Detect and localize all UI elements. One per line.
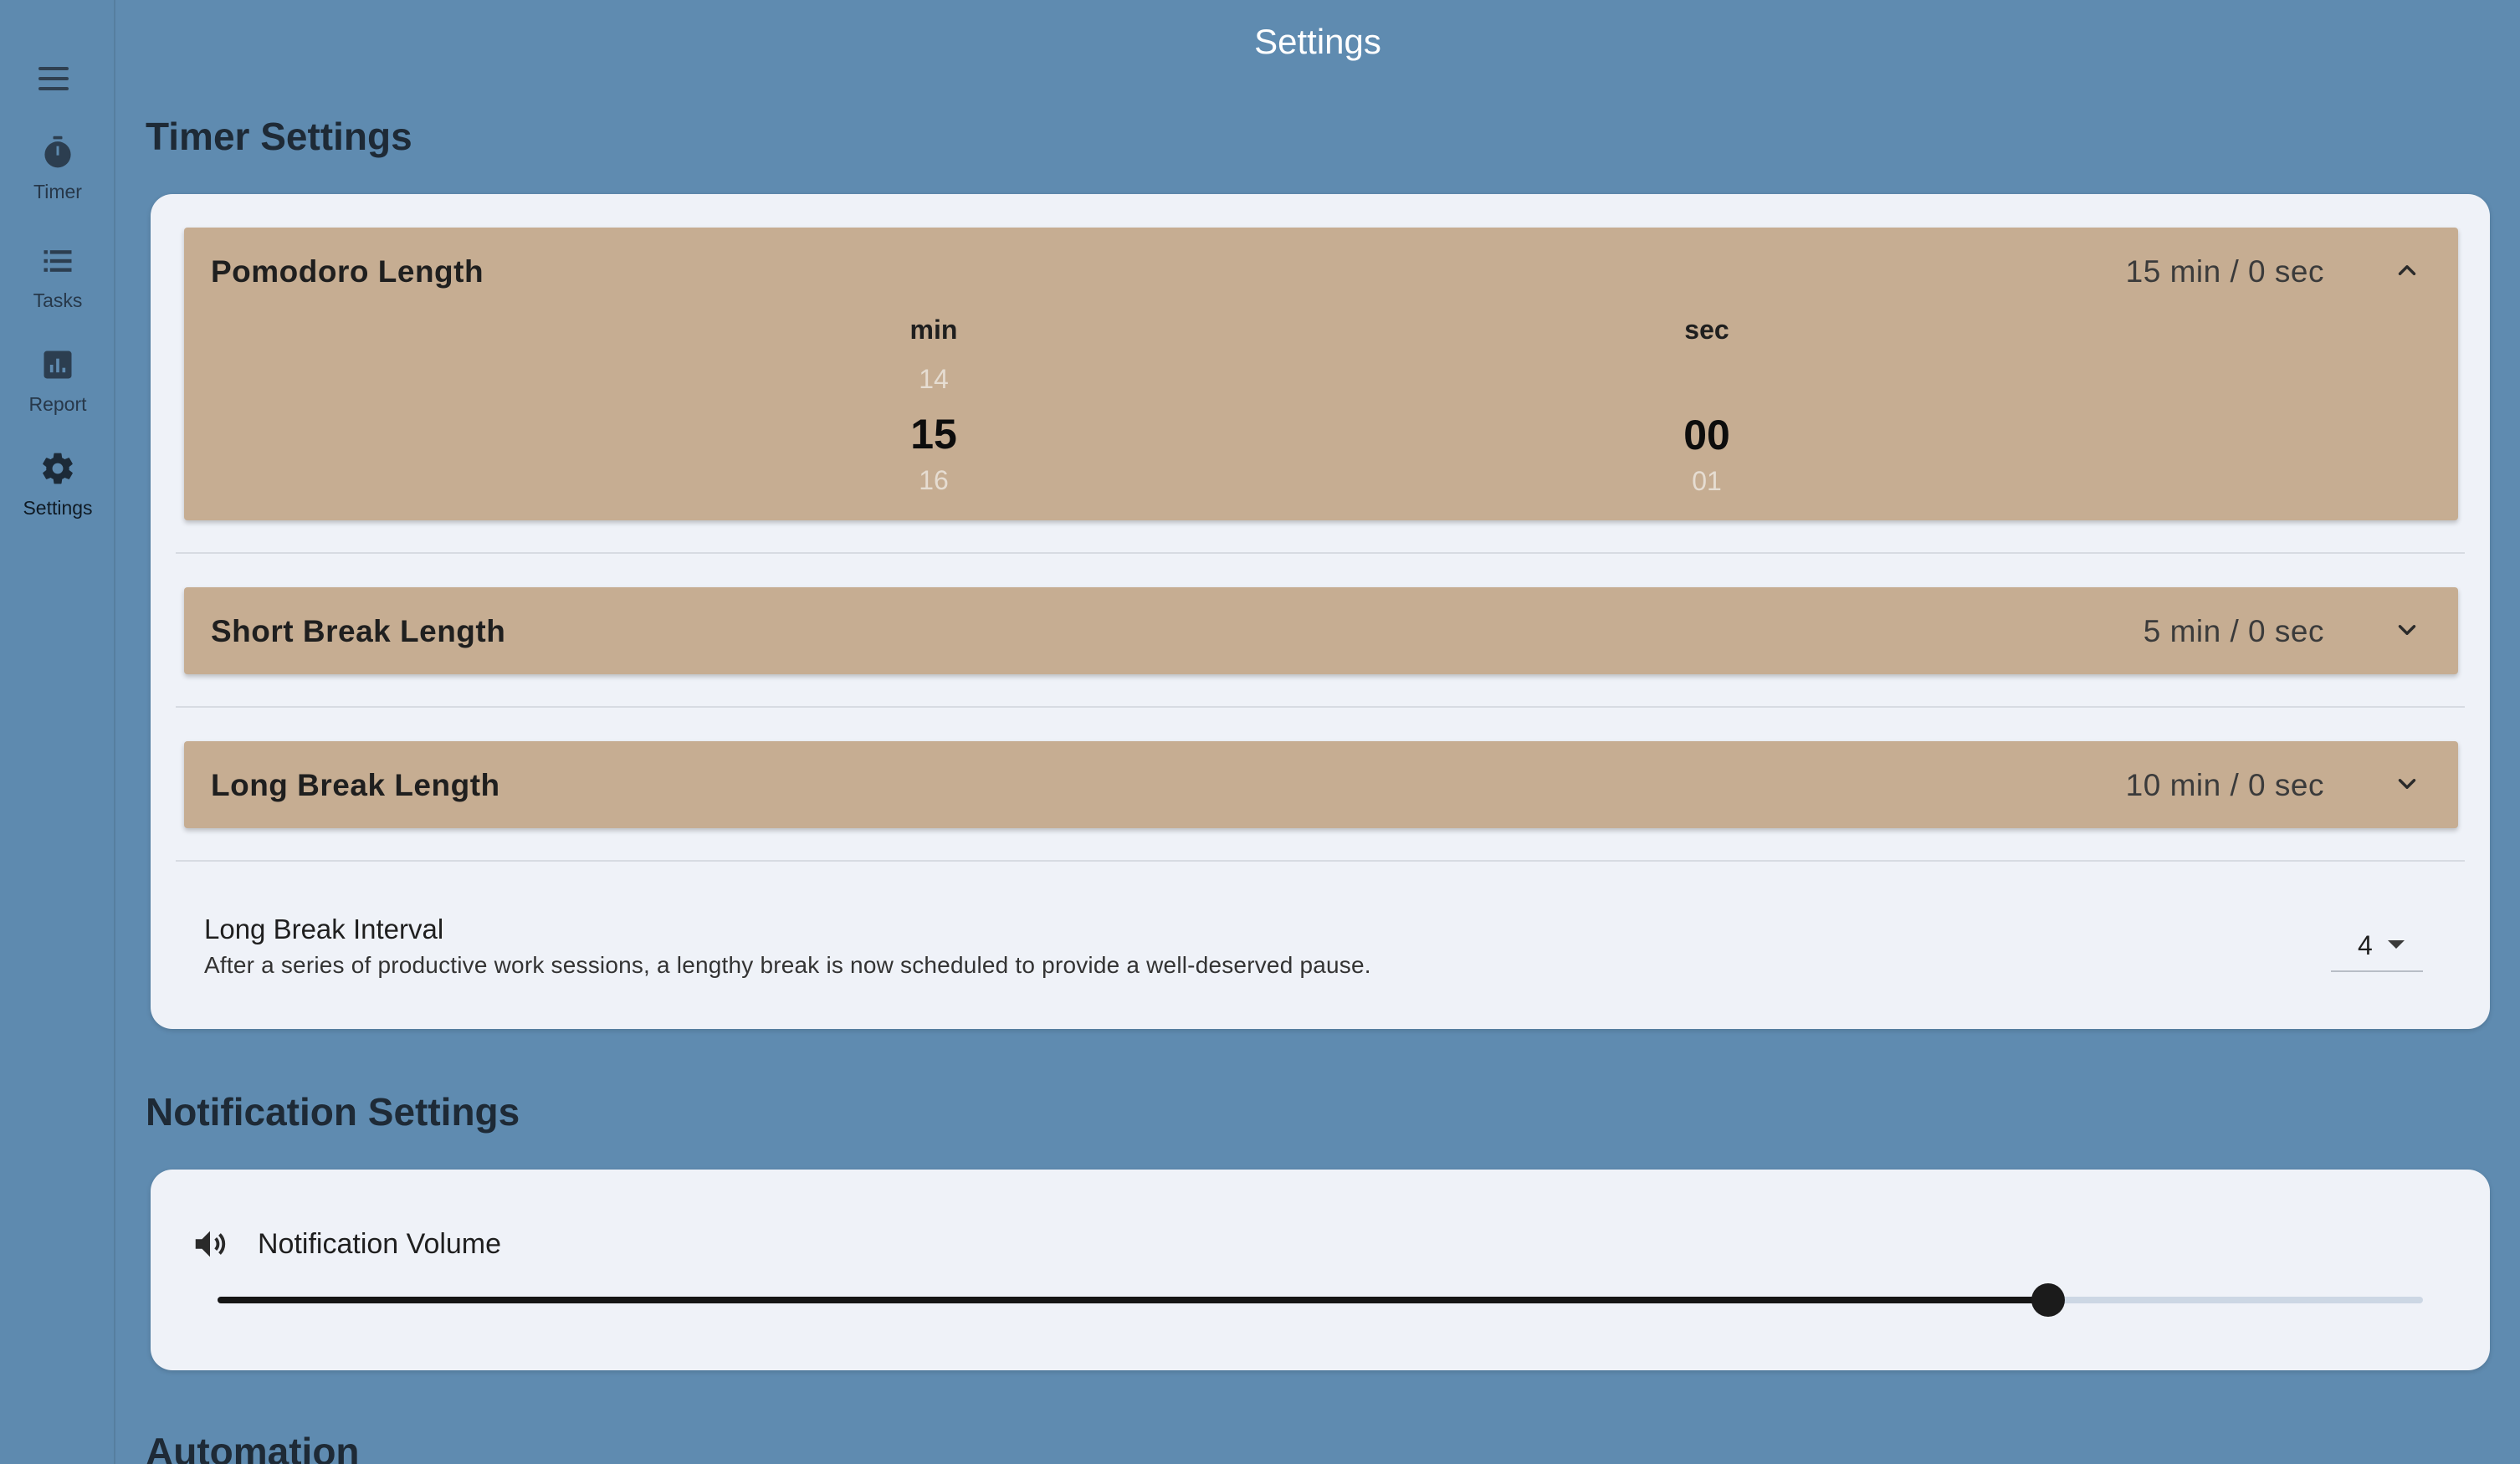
chevron-up-icon[interactable] bbox=[2393, 256, 2421, 284]
seconds-current-value[interactable]: 00 bbox=[1623, 411, 1790, 459]
dropdown-caret-icon bbox=[2388, 940, 2405, 949]
chevron-down-icon[interactable] bbox=[2393, 770, 2421, 798]
seconds-picker-header: sec bbox=[1684, 315, 1729, 345]
long-break-length-value: 10 min / 0 sec bbox=[2125, 768, 2324, 802]
slider-active-track bbox=[218, 1297, 2048, 1303]
long-break-interval-description: After a series of productive work sessio… bbox=[204, 952, 1371, 978]
list-icon bbox=[44, 250, 72, 272]
short-break-length-title: Short Break Length bbox=[211, 614, 506, 648]
bar-chart-icon bbox=[44, 351, 72, 379]
notification-volume-label: Notification Volume bbox=[258, 1228, 502, 1260]
minutes-next-value[interactable]: 16 bbox=[850, 465, 1017, 496]
short-break-length-value: 5 min / 0 sec bbox=[2143, 614, 2324, 648]
sidebar: Timer Tasks Report Settings bbox=[0, 0, 115, 1464]
automation-heading: Automation bbox=[146, 1430, 360, 1464]
pomodoro-length-panel[interactable]: Pomodoro Length 15 min / 0 sec min 14 15… bbox=[184, 228, 2458, 520]
hamburger-menu-icon[interactable] bbox=[33, 64, 74, 94]
timer-settings-heading: Timer Settings bbox=[146, 115, 412, 158]
sidebar-item-report[interactable]: Report bbox=[0, 346, 115, 416]
seconds-next-value[interactable]: 01 bbox=[1623, 466, 1790, 497]
long-break-interval-title: Long Break Interval bbox=[204, 914, 444, 944]
divider bbox=[176, 706, 2465, 708]
notification-settings-heading: Notification Settings bbox=[146, 1090, 520, 1134]
seconds-prev-value[interactable] bbox=[1623, 364, 1790, 396]
long-break-interval-select[interactable]: 4 bbox=[2331, 920, 2423, 972]
sidebar-item-label: Report bbox=[28, 393, 87, 415]
page-title: Settings bbox=[1254, 22, 1381, 61]
pomodoro-length-title: Pomodoro Length bbox=[211, 254, 484, 289]
sidebar-item-settings[interactable]: Settings bbox=[0, 450, 115, 520]
seconds-picker[interactable]: sec 00 01 bbox=[1623, 315, 1790, 497]
divider bbox=[176, 860, 2465, 862]
notification-volume-slider[interactable] bbox=[218, 1283, 2423, 1317]
long-break-length-title: Long Break Length bbox=[211, 768, 500, 802]
sidebar-item-tasks[interactable]: Tasks bbox=[0, 243, 115, 312]
speaker-icon bbox=[195, 1231, 226, 1257]
pomodoro-length-value: 15 min / 0 sec bbox=[2125, 254, 2324, 289]
long-break-interval-value: 4 bbox=[2358, 930, 2373, 960]
sidebar-item-label: Tasks bbox=[33, 289, 83, 311]
minutes-picker-header: min bbox=[909, 315, 958, 345]
gear-icon bbox=[43, 453, 73, 484]
short-break-length-panel[interactable]: Short Break Length 5 min / 0 sec bbox=[184, 587, 2458, 674]
sidebar-item-label: Settings bbox=[23, 497, 93, 519]
chevron-down-icon[interactable] bbox=[2393, 616, 2421, 644]
slider-thumb[interactable] bbox=[2031, 1283, 2065, 1317]
stopwatch-icon bbox=[44, 136, 71, 168]
sidebar-item-timer[interactable]: Timer bbox=[0, 134, 115, 203]
notification-settings-card: Notification Volume bbox=[151, 1170, 2490, 1370]
timer-settings-card: Pomodoro Length 15 min / 0 sec min 14 15… bbox=[151, 194, 2490, 1029]
minutes-prev-value[interactable]: 14 bbox=[850, 364, 1017, 395]
divider bbox=[176, 552, 2465, 554]
minutes-current-value[interactable]: 15 bbox=[850, 410, 1017, 458]
sidebar-item-label: Timer bbox=[33, 181, 82, 202]
long-break-length-panel[interactable]: Long Break Length 10 min / 0 sec bbox=[184, 741, 2458, 828]
minutes-picker[interactable]: min 14 15 16 bbox=[850, 315, 1017, 496]
